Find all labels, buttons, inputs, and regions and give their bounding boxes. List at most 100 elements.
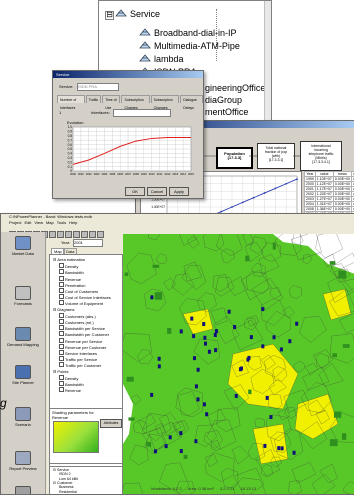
layer-item[interactable]: Service Interfaces — [59, 350, 97, 356]
layer-item[interactable]: Bandwidth per Customer — [59, 331, 109, 337]
refresh-icon[interactable] — [81, 231, 88, 238]
layer-checkbox[interactable] — [59, 381, 64, 386]
layer-item[interactable]: Revenue per Customer — [59, 344, 106, 350]
year-select[interactable]: 2001 — [73, 239, 103, 247]
layer-item[interactable]: Penetration — [59, 282, 85, 288]
layers-icon[interactable] — [97, 231, 104, 238]
table-row[interactable]: 20051.36E+070.00E+00unit — [305, 207, 354, 212]
district-fill — [334, 412, 341, 418]
sidebar-item[interactable]: Market Data — [3, 236, 43, 256]
interfaces-select[interactable] — [113, 109, 171, 117]
layer-item[interactable]: Revenue per Service — [59, 338, 102, 344]
layer-item[interactable]: Traffic per Service — [59, 356, 97, 362]
collapse-toggle[interactable]: ⊟ — [53, 257, 56, 262]
site-marker — [169, 435, 172, 439]
collapse-toggle[interactable]: ⊟ — [53, 369, 56, 374]
table-cell: 0.00E+00 — [333, 197, 351, 202]
layer-checkbox[interactable] — [59, 356, 64, 361]
apply-button[interactable]: Apply — [169, 187, 189, 196]
layer-checkbox[interactable] — [59, 344, 64, 349]
tab-number-of-interfaces[interactable]: Number of Interfaces — [57, 95, 85, 103]
cancel-button[interactable]: Cancel — [147, 187, 167, 196]
sidebar-item[interactable]: Site Planner — [3, 365, 43, 385]
attributes-button[interactable]: Attributes — [100, 419, 122, 428]
layer-checkbox[interactable] — [59, 288, 64, 293]
sidebar-item[interactable]: Scenario — [3, 407, 43, 427]
collapse-toggle[interactable]: ⊟ — [53, 468, 56, 472]
tree-item-multimedia[interactable]: Multimedia-ATM-Pipe — [139, 40, 240, 51]
layer-checkbox[interactable] — [59, 375, 64, 380]
layer-item[interactable]: Customers (rel.) — [59, 319, 94, 325]
tab-dialogue-delays[interactable]: Dialogue Delays — [180, 95, 203, 103]
site-marker — [281, 446, 284, 450]
sidebar-item[interactable]: Configure — [3, 486, 43, 495]
layer-checkbox[interactable] — [59, 387, 64, 392]
layer-checkbox[interactable] — [59, 300, 64, 305]
measure-icon[interactable] — [89, 231, 96, 238]
map-view[interactable] — [123, 234, 354, 494]
layer-item[interactable]: ⊟Diagrams — [53, 307, 74, 312]
layer-checkbox[interactable] — [59, 313, 64, 318]
tree-item-partial[interactable]: diaGroup — [205, 95, 242, 105]
site-marker — [266, 396, 269, 400]
table-row[interactable]: 20031.27E+070.00E+00unit — [305, 197, 354, 202]
table-row[interactable]: 20041.31E+070.00E+00unit — [305, 202, 354, 207]
layer-checkbox[interactable] — [59, 331, 64, 336]
layer-item[interactable]: Bandwidth per Service — [59, 325, 105, 331]
status-item: Area: 0.38 km² — [188, 486, 214, 491]
table-row[interactable]: 20011.17E+070.00E+00unit — [305, 187, 354, 192]
x-tick-label: 2001 — [78, 172, 84, 176]
layer-checkbox[interactable] — [59, 325, 64, 330]
collapse-toggle[interactable]: ⊟ — [53, 307, 56, 312]
tree-item-lambda[interactable]: lambda — [139, 53, 184, 64]
layer-checkbox[interactable] — [59, 294, 64, 299]
y-tick-label: 0.4 — [68, 152, 73, 156]
tree-scrollbar[interactable] — [264, 1, 271, 121]
layer-item[interactable]: ⊟Area estimation — [53, 257, 85, 262]
tab-time-of-use[interactable]: Time of Use — [102, 95, 120, 103]
layer-item[interactable]: Density — [59, 263, 78, 269]
sidebar-item[interactable]: Demand Mapping — [3, 327, 43, 347]
tree-item-service[interactable]: Service — [115, 8, 160, 19]
layer-item[interactable]: Density — [59, 375, 78, 381]
info-icon[interactable] — [73, 231, 80, 238]
tree-item-partial[interactable]: mentOffice — [205, 107, 248, 117]
layer-item[interactable]: Bandwidth — [59, 381, 84, 387]
layer-checkbox[interactable] — [59, 350, 64, 355]
pan-icon[interactable] — [57, 231, 64, 238]
tree-item-broadband[interactable]: Broadband-dial-in-IP — [139, 27, 237, 38]
table-row[interactable]: 20001.12E+070.00E+00unit — [305, 182, 354, 187]
tree-item-partial[interactable]: gineeringOffice — [205, 83, 265, 93]
sidebar-item[interactable]: Forecasts — [3, 286, 43, 306]
tab-subscription-changes[interactable]: Subscription Changes — [151, 95, 180, 103]
layer-checkbox[interactable] — [59, 282, 64, 287]
layer-item[interactable]: Bandwidth — [59, 269, 84, 275]
layer-checkbox[interactable] — [59, 319, 64, 324]
select-icon[interactable] — [65, 231, 72, 238]
layer-checkbox[interactable] — [59, 338, 64, 343]
collapse-toggle[interactable]: ⊟ — [105, 11, 114, 20]
tab-subscription-charges[interactable]: Subscription Charges — [121, 95, 149, 103]
layer-item[interactable]: Customers (abs.) — [59, 313, 96, 319]
layer-item[interactable]: Cost of Service Interfaces — [59, 294, 111, 300]
layer-checkbox[interactable] — [59, 269, 64, 274]
collapse-toggle[interactable]: ⊟ — [53, 481, 56, 485]
layer-item[interactable]: ⊟Points — [53, 369, 68, 374]
service-select[interactable]: ISDN PRA — [77, 83, 119, 91]
zoom-out-icon[interactable] — [49, 231, 56, 238]
table-cell: 1.27E+07 — [315, 197, 333, 202]
layer-item[interactable]: Volume of Equipment — [59, 300, 103, 306]
layer-item[interactable]: Traffic per Customer — [59, 362, 101, 368]
layer-item[interactable]: Revenue — [59, 387, 81, 393]
site-marker — [194, 439, 197, 443]
layer-checkbox[interactable] — [59, 263, 64, 268]
layer-item[interactable]: Revenue — [59, 276, 81, 282]
table-row[interactable]: 20021.22E+070.00E+00unit — [305, 192, 354, 197]
layer-checkbox[interactable] — [59, 362, 64, 367]
layer-checkbox[interactable] — [59, 276, 64, 281]
layer-item[interactable]: Cost of Customers — [59, 288, 98, 294]
tab-traffic[interactable]: Traffic — [86, 95, 102, 103]
ok-button[interactable]: OK — [125, 187, 145, 196]
table-row[interactable]: 19991.10E+070.00E+00unit — [305, 177, 354, 182]
sidebar-item[interactable]: Report Preview — [3, 451, 43, 471]
